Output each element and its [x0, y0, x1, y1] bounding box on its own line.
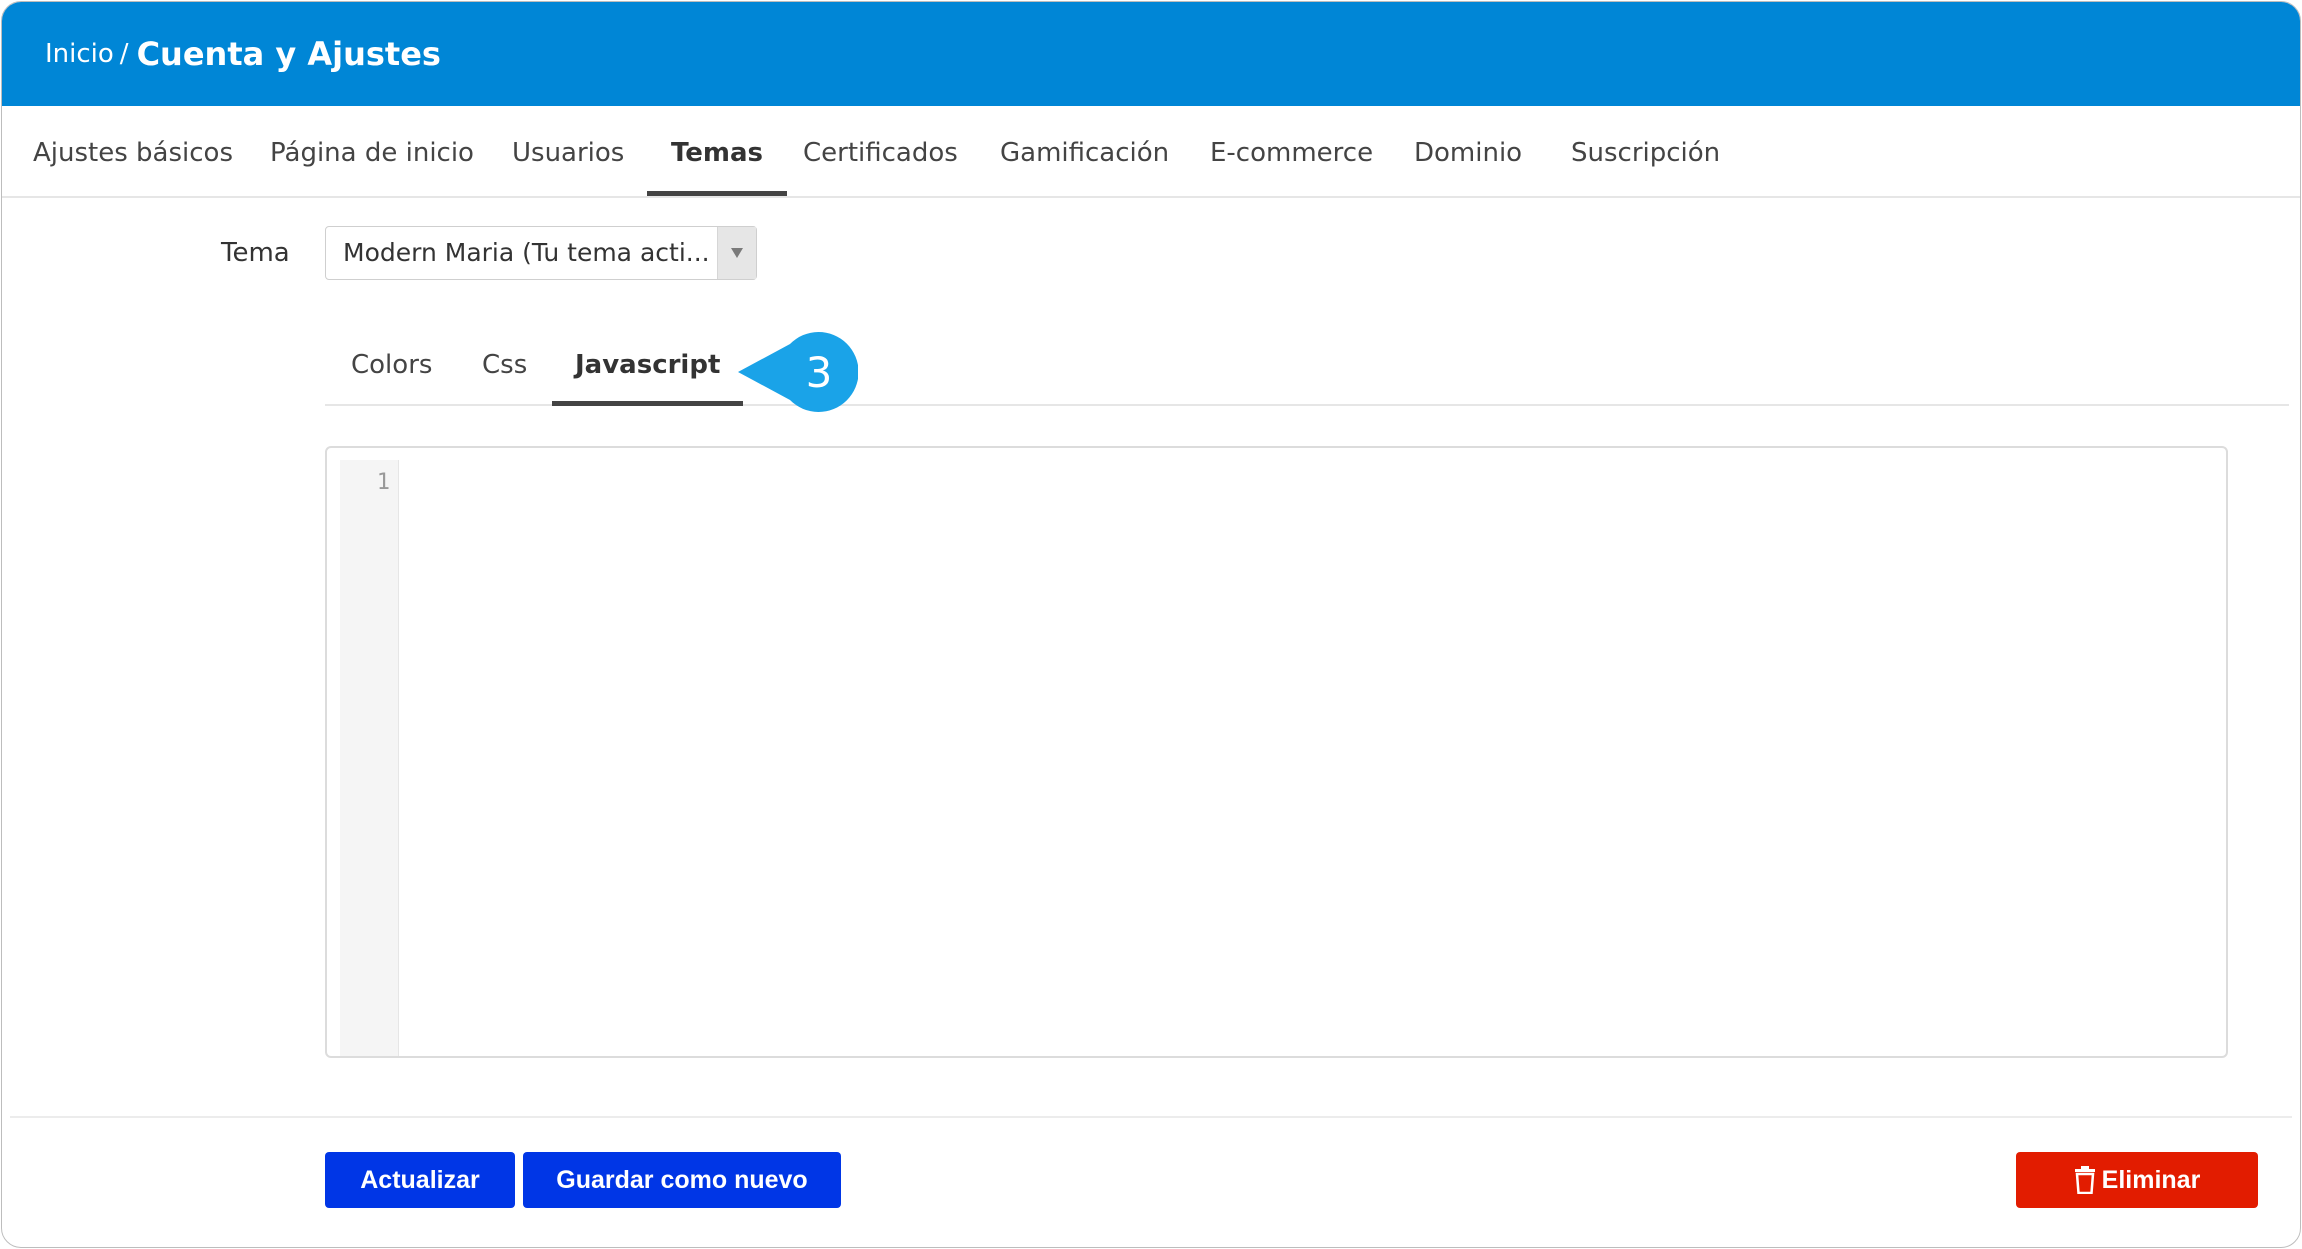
- breadcrumb-home-link[interactable]: Inicio: [45, 39, 114, 69]
- settings-tabs: Ajustes básicos Página de inicio Usuario…: [2, 106, 2300, 198]
- tab-gamificacion[interactable]: Gamificación: [1000, 106, 1169, 196]
- code-input-area[interactable]: [399, 460, 2222, 1052]
- callout-number: 3: [805, 347, 833, 397]
- subtab-css[interactable]: Css: [482, 332, 527, 404]
- theme-select-value: Modern Maria (Tu tema acti...: [343, 238, 710, 267]
- triangle-down-icon[interactable]: [717, 227, 756, 279]
- delete-button[interactable]: Eliminar: [2016, 1152, 2258, 1208]
- tab-usuarios[interactable]: Usuarios: [512, 106, 624, 196]
- tab-temas[interactable]: Temas: [646, 106, 788, 196]
- tab-dominio[interactable]: Dominio: [1414, 106, 1522, 196]
- line-number: 1: [376, 470, 390, 495]
- tab-e-commerce[interactable]: E-commerce: [1210, 106, 1373, 196]
- page-title: Cuenta y Ajustes: [136, 35, 441, 73]
- trash-icon: [2074, 1166, 2096, 1194]
- step-callout: 3: [738, 332, 859, 412]
- breadcrumb: Inicio / Cuenta y Ajustes: [45, 2, 441, 106]
- header-bar: Inicio / Cuenta y Ajustes: [2, 2, 2300, 106]
- editor-gutter: 1: [340, 460, 399, 1056]
- theme-select[interactable]: Modern Maria (Tu tema acti...: [325, 226, 757, 280]
- subtab-javascript[interactable]: Javascript: [551, 332, 744, 406]
- tab-pagina-de-inicio[interactable]: Página de inicio: [270, 106, 474, 196]
- theme-label: Tema: [221, 238, 290, 268]
- footer-divider: [10, 1116, 2292, 1118]
- tab-certificados[interactable]: Certificados: [803, 106, 958, 196]
- app-window: Inicio / Cuenta y Ajustes Ajustes básico…: [1, 1, 2301, 1248]
- tab-suscripcion[interactable]: Suscripción: [1571, 106, 1720, 196]
- theme-subtabs: Colors Css Javascript: [325, 332, 2289, 406]
- save-as-new-button[interactable]: Guardar como nuevo: [523, 1152, 841, 1208]
- subtab-colors[interactable]: Colors: [351, 332, 432, 404]
- breadcrumb-separator: /: [119, 39, 129, 69]
- javascript-code-editor[interactable]: 1: [325, 446, 2228, 1058]
- tab-ajustes-basicos[interactable]: Ajustes básicos: [33, 106, 233, 196]
- update-button[interactable]: Actualizar: [325, 1152, 515, 1208]
- delete-button-label: Eliminar: [2101, 1165, 2201, 1194]
